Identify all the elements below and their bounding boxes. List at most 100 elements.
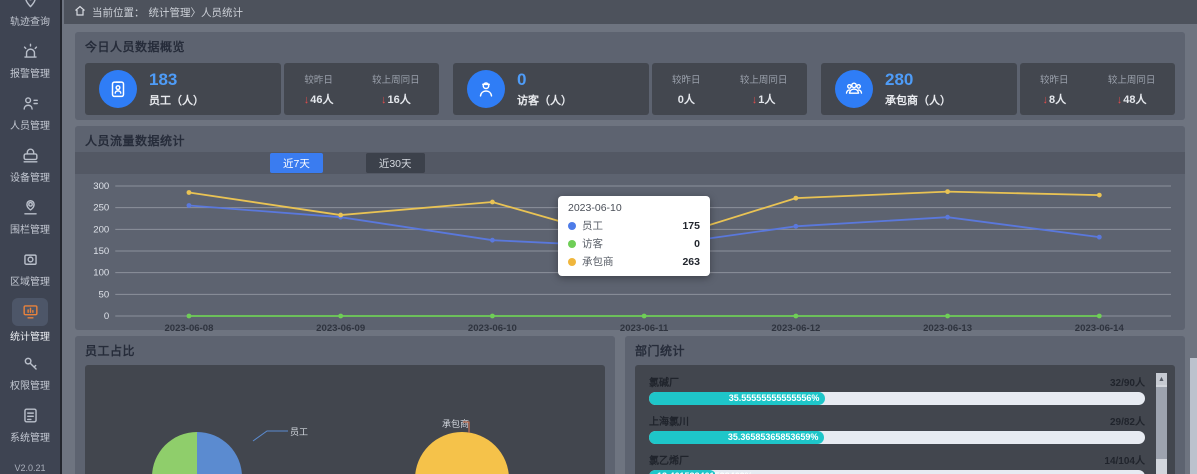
personnel-icon	[19, 93, 41, 115]
department-name: 氯碱厂	[649, 374, 679, 389]
region-icon	[19, 249, 41, 271]
main-content: 今日人员数据概览 183 员工（人） 较昨日 ↓46人 较上周同日 ↓16人 0…	[64, 24, 1197, 474]
stat-compare: 较昨日 ↓8人 较上周同日 ↓48人	[1020, 63, 1175, 115]
tab-近30天[interactable]: 近30天	[366, 153, 425, 173]
svg-text:2023-06-11: 2023-06-11	[620, 323, 669, 334]
sidebar-item-轨迹查询[interactable]: 轨迹查询	[0, 0, 61, 34]
sidebar-item-区域管理[interactable]: 区域管理	[0, 242, 61, 294]
department-row: 氯乙烯厂 14/104人 13.461538461538462%	[649, 452, 1145, 474]
stat-value: 0	[517, 70, 572, 90]
department-percent: 35.36585365853659%	[728, 432, 819, 442]
track-icon	[19, 0, 41, 11]
sidebar-item-label: 权限管理	[10, 377, 50, 392]
down-arrow-icon: ↓	[304, 94, 310, 106]
department-list: 氯碱厂 32/90人 35.55555555555556% 上海氯川 29/82…	[635, 365, 1175, 474]
series-dot	[568, 258, 576, 266]
flow-panel: 人员流量数据统计 近7天近30天 0501001502002503002023-…	[75, 126, 1185, 330]
stat-value: 183	[149, 70, 204, 90]
series-dot	[568, 222, 576, 230]
series-dot	[568, 240, 576, 248]
scrollbar-thumb[interactable]	[1156, 387, 1167, 459]
permission-icon	[19, 353, 41, 375]
stat-value: 280	[885, 70, 951, 90]
sidebar-item-系统管理[interactable]: 系统管理	[0, 398, 61, 450]
sidebar-item-围栏管理[interactable]: 围栏管理	[0, 190, 61, 242]
chart-tooltip: 2023-06-10 员工175访客0承包商263	[558, 196, 710, 276]
compare-label: 较上周同日	[372, 72, 420, 86]
tooltip-date: 2023-06-10	[568, 202, 700, 214]
pie-title: 员工占比	[85, 342, 605, 359]
svg-text:50: 50	[99, 289, 110, 300]
sidebar-item-label: 围栏管理	[10, 221, 50, 236]
range-tabs: 近7天 近30天	[75, 152, 1185, 174]
visitor-icon	[467, 70, 505, 108]
fence-icon	[19, 197, 41, 219]
department-panel: 部门统计 氯碱厂 32/90人 35.55555555555556% 上海氯川 …	[625, 336, 1185, 474]
svg-text:100: 100	[93, 268, 109, 279]
breadcrumb-bar: 当前位置： 统计管理〉人员统计	[64, 0, 1197, 24]
department-bar: 35.36585365853659%	[649, 431, 1145, 444]
compare-label: 较昨日	[1040, 72, 1069, 86]
down-arrow-icon: ↓	[752, 94, 758, 106]
department-bar: 13.461538461538462%	[649, 470, 1145, 474]
stat-compare: 较昨日 0人 较上周同日 ↓1人	[652, 63, 807, 115]
compare-label: 较上周同日	[740, 72, 788, 86]
page-scrollbar[interactable]	[1190, 358, 1197, 474]
compare-value: 0人	[672, 91, 701, 107]
department-row: 上海氯川 29/82人 35.36585365853659%	[649, 413, 1145, 444]
svg-text:300: 300	[93, 181, 109, 192]
alarm-icon	[19, 41, 41, 63]
employee-badge-icon	[99, 70, 137, 108]
down-arrow-icon: ↓	[1042, 94, 1048, 106]
stat-card: 183 员工（人） 较昨日 ↓46人 较上周同日 ↓16人	[85, 63, 439, 115]
sidebar-item-报警管理[interactable]: 报警管理	[0, 34, 61, 86]
down-arrow-icon: ↓	[381, 94, 387, 106]
stat-cards: 183 员工（人） 较昨日 ↓46人 较上周同日 ↓16人 0 访客（人） 较昨…	[85, 63, 1175, 115]
compare-column: 较昨日 ↓8人	[1040, 72, 1069, 107]
compare-column: 较上周同日 ↓48人	[1108, 72, 1156, 107]
sidebar: 轨迹查询 报警管理 人员管理 设备管理 围栏管理 区域管理 统计管理 权限管理 …	[0, 0, 62, 474]
department-count: 29/82人	[1110, 413, 1145, 428]
dept-scrollbar[interactable]: ▲	[1156, 373, 1167, 474]
svg-text:2023-06-12: 2023-06-12	[771, 323, 820, 334]
sidebar-item-统计管理[interactable]: 统计管理	[0, 294, 61, 346]
svg-text:2023-06-10: 2023-06-10	[468, 323, 517, 334]
department-name: 上海氯川	[649, 413, 689, 428]
compare-column: 较上周同日 ↓16人	[372, 72, 420, 107]
contractor-icon	[835, 70, 873, 108]
svg-text:2023-06-13: 2023-06-13	[923, 323, 972, 334]
sidebar-item-权限管理[interactable]: 权限管理	[0, 346, 61, 398]
app-version: V2.0.21	[0, 463, 60, 473]
department-row: 氯碱厂 32/90人 35.55555555555556%	[649, 374, 1145, 405]
tab-近7天[interactable]: 近7天	[270, 153, 323, 173]
department-bar: 35.55555555555556%	[649, 392, 1145, 405]
svg-text:0: 0	[104, 311, 109, 322]
svg-text:2023-06-09: 2023-06-09	[316, 323, 365, 334]
compare-column: 较上周同日 ↓1人	[740, 72, 788, 107]
home-icon	[74, 5, 86, 20]
stat-compare: 较昨日 ↓46人 较上周同日 ↓16人	[284, 63, 439, 115]
compare-label: 较昨日	[672, 72, 701, 86]
scroll-up-icon[interactable]: ▲	[1156, 373, 1167, 385]
stat-label: 承包商（人）	[885, 92, 951, 108]
sidebar-item-设备管理[interactable]: 设备管理	[0, 138, 61, 190]
sidebar-item-人员管理[interactable]: 人员管理	[0, 86, 61, 138]
sidebar-item-label: 人员管理	[10, 117, 50, 132]
sidebar-item-label: 统计管理	[10, 328, 50, 343]
stat-label: 员工（人）	[149, 92, 204, 108]
department-count: 14/104人	[1104, 452, 1145, 467]
breadcrumb-prefix: 当前位置：	[92, 5, 145, 20]
breadcrumb-path[interactable]: 统计管理〉人员统计	[149, 5, 244, 20]
pie-charts: 员工承包商	[85, 365, 605, 474]
device-icon	[19, 145, 41, 167]
sidebar-item-label: 设备管理	[10, 169, 50, 184]
compare-label: 较上周同日	[1108, 72, 1156, 86]
sidebar-item-label: 报警管理	[10, 65, 50, 80]
compare-value: ↓16人	[372, 91, 420, 107]
department-count: 32/90人	[1110, 374, 1145, 389]
overview-panel: 今日人员数据概览 183 员工（人） 较昨日 ↓46人 较上周同日 ↓16人 0…	[75, 32, 1185, 120]
stat-label: 访客（人）	[517, 92, 572, 108]
system-icon	[19, 405, 41, 427]
statistics-icon	[12, 298, 48, 326]
compare-label: 较昨日	[304, 72, 334, 86]
